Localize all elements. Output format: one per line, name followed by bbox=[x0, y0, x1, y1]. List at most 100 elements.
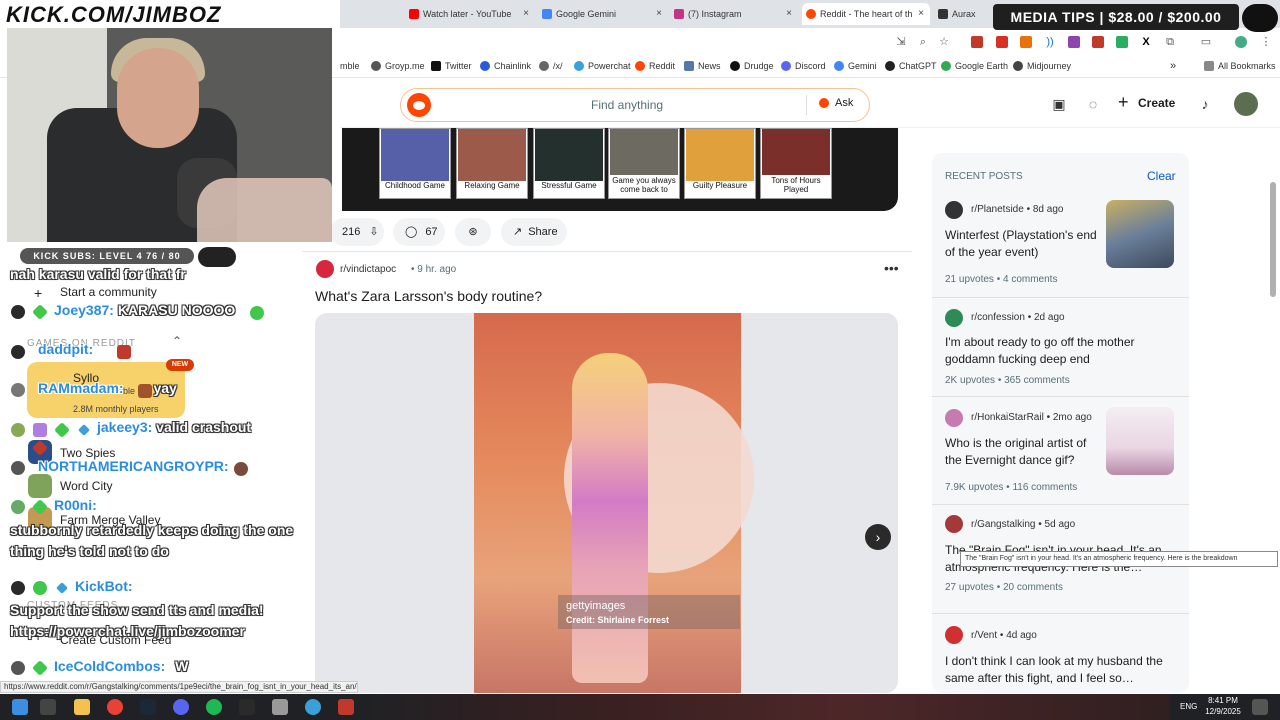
x-icon[interactable]: X bbox=[1140, 36, 1152, 48]
language-indicator[interactable]: ENG bbox=[1180, 702, 1197, 711]
post-thumbnail bbox=[1106, 407, 1174, 475]
tab-youtube[interactable]: Watch later - YouTube × bbox=[405, 3, 535, 25]
chevron-right-icon[interactable]: » bbox=[1170, 60, 1176, 73]
chat-text: valid crashout bbox=[156, 419, 252, 435]
tab-label: Aurax bbox=[952, 9, 976, 19]
game-card[interactable]: Stressful Game bbox=[533, 128, 605, 199]
subreddit-icon[interactable] bbox=[316, 260, 334, 278]
tab-aurax[interactable]: Aurax bbox=[934, 3, 994, 25]
file-explorer-icon[interactable] bbox=[74, 699, 90, 715]
chat-icon[interactable]: ◌ bbox=[1084, 95, 1102, 113]
tab-reddit[interactable]: Reddit - The heart of th × bbox=[802, 3, 930, 25]
ask-button[interactable]: Ask bbox=[819, 97, 853, 109]
extension-icon[interactable] bbox=[971, 36, 983, 48]
app-icon[interactable] bbox=[338, 699, 354, 715]
zoom-icon[interactable]: ⌕ bbox=[917, 36, 929, 48]
share-button[interactable]: ↗ Share bbox=[501, 218, 567, 246]
bookmark-item[interactable]: Reddit bbox=[635, 60, 675, 73]
post-title[interactable]: What's Zara Larsson's body routine? bbox=[315, 288, 542, 304]
app-icon[interactable] bbox=[239, 699, 255, 715]
divider bbox=[302, 251, 912, 252]
scrollbar-thumb[interactable] bbox=[1270, 182, 1276, 297]
puzzle-icon[interactable]: ⧉ bbox=[1164, 36, 1176, 48]
gemini-icon bbox=[542, 9, 552, 19]
vote-button[interactable]: 216 ⇩ bbox=[330, 218, 384, 246]
chevron-up-icon[interactable]: ⌃ bbox=[172, 334, 182, 348]
recent-post[interactable]: r/Vent • 4d ago I don't think I can look… bbox=[932, 625, 1189, 693]
word-city-link[interactable]: Word City bbox=[60, 479, 112, 493]
app-icon[interactable] bbox=[272, 699, 288, 715]
profile-icon[interactable] bbox=[1235, 36, 1247, 48]
recent-post[interactable]: r/HonkaiStarRail • 2mo ago Who is the or… bbox=[932, 407, 1189, 504]
close-icon[interactable]: × bbox=[786, 3, 792, 25]
more-options-icon[interactable]: ••• bbox=[884, 260, 899, 276]
steam-icon[interactable] bbox=[140, 699, 156, 715]
bookmark-item[interactable]: News bbox=[684, 60, 721, 73]
plus-icon[interactable]: + bbox=[34, 285, 42, 301]
app-icon[interactable] bbox=[305, 699, 321, 715]
chrome-icon[interactable] bbox=[107, 699, 123, 715]
bookmark-item[interactable]: Chainlink bbox=[480, 60, 531, 73]
clock[interactable]: 8:41 PM 12/9/2025 bbox=[1203, 695, 1243, 717]
game-card[interactable]: Guilty Pleasure bbox=[684, 128, 756, 199]
bookmark-item[interactable]: ChatGPT bbox=[885, 60, 937, 73]
close-icon[interactable]: × bbox=[918, 3, 924, 25]
tab-gemini[interactable]: Google Gemini × bbox=[538, 3, 668, 25]
game-card[interactable]: Tons of Hours Played bbox=[760, 128, 832, 199]
discord-icon[interactable] bbox=[173, 699, 189, 715]
close-icon[interactable]: × bbox=[523, 3, 529, 25]
sidepanel-icon[interactable]: ▭ bbox=[1200, 36, 1212, 48]
bookmark-item[interactable]: Twitter bbox=[431, 60, 472, 73]
extension-icon[interactable] bbox=[1068, 36, 1080, 48]
game-card[interactable]: Game you always come back to bbox=[608, 128, 680, 199]
game-label: Relaxing Game bbox=[464, 181, 520, 190]
avatar[interactable] bbox=[1234, 92, 1258, 116]
reddit-logo-icon[interactable] bbox=[407, 93, 431, 117]
recent-post[interactable]: r/confession • 2d ago I'm about ready to… bbox=[932, 309, 1189, 401]
bell-icon[interactable]: ♪ bbox=[1196, 95, 1214, 113]
bookmark-label: Gemini bbox=[848, 61, 877, 71]
create-button[interactable]: Create bbox=[1118, 92, 1175, 113]
game-card[interactable]: Childhood Game bbox=[379, 128, 451, 199]
menu-icon[interactable]: ⋮ bbox=[1260, 36, 1272, 48]
search-bar[interactable]: Find anything Ask bbox=[400, 88, 870, 122]
award-button[interactable]: ⊛ bbox=[455, 218, 491, 246]
notification-icon[interactable] bbox=[1252, 699, 1268, 715]
bookmark-star-icon[interactable]: ☆ bbox=[938, 36, 950, 48]
task-view-icon[interactable] bbox=[40, 699, 56, 715]
bookmark-item[interactable]: Powerchat bbox=[574, 60, 631, 73]
downvote-icon[interactable]: ⇩ bbox=[369, 226, 378, 238]
bookmark-item[interactable]: mble bbox=[328, 60, 360, 73]
spotify-icon[interactable] bbox=[206, 699, 222, 715]
post-subreddit[interactable]: r/vindictapoc bbox=[340, 264, 396, 275]
bookmark-item[interactable]: Discord bbox=[781, 60, 826, 73]
tab-instagram[interactable]: (7) Instagram × bbox=[670, 3, 798, 25]
start-icon[interactable] bbox=[12, 699, 28, 715]
bookmark-item[interactable]: Groyp.me bbox=[371, 60, 425, 73]
comments-button[interactable]: ◯ 67 bbox=[393, 218, 445, 246]
bookmark-item[interactable]: /x/ bbox=[539, 60, 563, 73]
game-card[interactable]: Relaxing Game bbox=[456, 128, 528, 199]
extension-icon[interactable] bbox=[996, 36, 1008, 48]
bookmark-item[interactable]: Google Earth bbox=[941, 60, 1008, 73]
recent-post[interactable]: r/Planetside • 8d ago Winterfest (Playst… bbox=[932, 197, 1189, 309]
extension-icon[interactable] bbox=[1092, 36, 1104, 48]
search-input[interactable]: Find anything bbox=[591, 98, 663, 112]
emote-icon bbox=[234, 462, 248, 476]
install-icon[interactable]: ⇲ bbox=[895, 36, 907, 48]
webcam-face bbox=[117, 48, 199, 148]
bookmark-item[interactable]: Drudge bbox=[730, 60, 774, 73]
close-icon[interactable]: × bbox=[656, 3, 662, 25]
bookmark-item[interactable]: Gemini bbox=[834, 60, 877, 73]
clear-button[interactable]: Clear bbox=[1147, 169, 1176, 183]
ad-icon[interactable]: ▣ bbox=[1050, 95, 1068, 113]
bookmark-label: Discord bbox=[795, 61, 826, 71]
post-image[interactable]: gettyimages Credit: Shirlaine Forrest › bbox=[315, 313, 898, 693]
bookmark-item[interactable]: Midjourney bbox=[1013, 60, 1071, 73]
extension-icon[interactable] bbox=[1116, 36, 1128, 48]
extension-icon[interactable] bbox=[1020, 36, 1032, 48]
all-bookmarks[interactable]: All Bookmarks bbox=[1204, 60, 1276, 73]
start-community-link[interactable]: Start a community bbox=[60, 285, 157, 299]
extension-icon[interactable]: )) bbox=[1044, 36, 1056, 48]
chevron-right-icon[interactable]: › bbox=[865, 524, 891, 550]
